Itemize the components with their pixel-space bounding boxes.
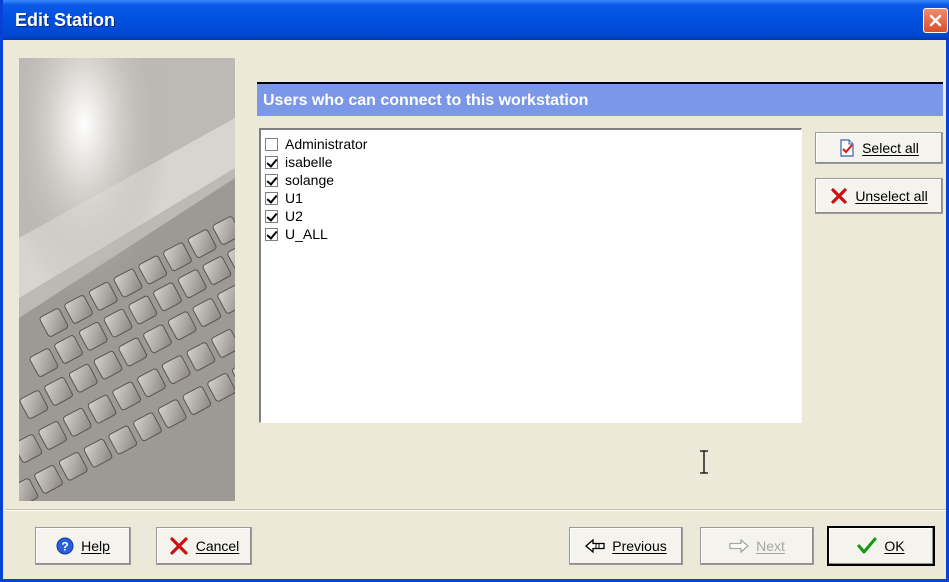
list-item[interactable]: solange <box>265 171 801 189</box>
arrow-left-icon <box>585 539 605 553</box>
keyboard-image <box>19 58 235 501</box>
edit-station-dialog: Edit Station Users who can connect to th… <box>0 0 949 582</box>
user-name: solange <box>285 172 335 188</box>
text-cursor-icon <box>700 450 708 474</box>
list-item[interactable]: U1 <box>265 189 801 207</box>
checkbox[interactable] <box>265 191 278 205</box>
ok-label: OK <box>884 538 905 554</box>
list-item[interactable]: isabelle <box>265 153 801 171</box>
cancel-button[interactable]: Cancel <box>156 527 252 565</box>
keyboard-illustration <box>19 58 235 501</box>
list-item[interactable]: U2 <box>265 207 801 225</box>
ok-button[interactable]: OK <box>827 526 935 566</box>
users-listbox[interactable]: Administrator isabelle solange U1 U2 U_A… <box>259 128 802 423</box>
select-all-label: Select all <box>862 140 919 156</box>
document-check-icon <box>840 139 854 157</box>
user-name: U_ALL <box>285 226 328 242</box>
users-group-header: Users who can connect to this workstatio… <box>257 82 943 116</box>
footer-divider <box>6 509 946 511</box>
previous-button[interactable]: Previous <box>569 527 683 565</box>
user-name: U2 <box>285 208 303 224</box>
list-item[interactable]: U_ALL <box>265 225 801 243</box>
user-name: U1 <box>285 190 303 206</box>
svg-text:?: ? <box>61 540 68 554</box>
checkbox[interactable] <box>265 209 278 223</box>
checkmark-icon <box>857 537 877 554</box>
checkbox[interactable] <box>265 227 278 241</box>
help-label: Help <box>81 538 110 554</box>
checkbox[interactable] <box>265 173 278 187</box>
select-all-button[interactable]: Select all <box>815 132 943 164</box>
close-button[interactable] <box>923 8 948 33</box>
unselect-all-label: Unselect all <box>855 188 928 204</box>
next-button[interactable]: Next <box>700 527 814 565</box>
arrow-right-icon <box>729 539 750 553</box>
window-title: Edit Station <box>15 10 115 30</box>
red-x-icon <box>831 188 847 204</box>
help-button[interactable]: ? Help <box>35 527 131 565</box>
help-icon: ? <box>56 537 74 555</box>
cancel-label: Cancel <box>195 538 240 554</box>
list-item[interactable]: Administrator <box>265 135 801 153</box>
close-icon <box>929 14 942 27</box>
title-bar[interactable]: Edit Station <box>3 0 949 40</box>
user-name: isabelle <box>285 154 333 170</box>
unselect-all-button[interactable]: Unselect all <box>815 178 943 214</box>
next-label: Next <box>756 538 785 554</box>
red-x-icon <box>170 537 188 555</box>
previous-label: Previous <box>612 538 667 554</box>
checkbox[interactable] <box>265 155 278 169</box>
checkbox[interactable] <box>265 137 278 151</box>
user-name: Administrator <box>285 136 368 152</box>
